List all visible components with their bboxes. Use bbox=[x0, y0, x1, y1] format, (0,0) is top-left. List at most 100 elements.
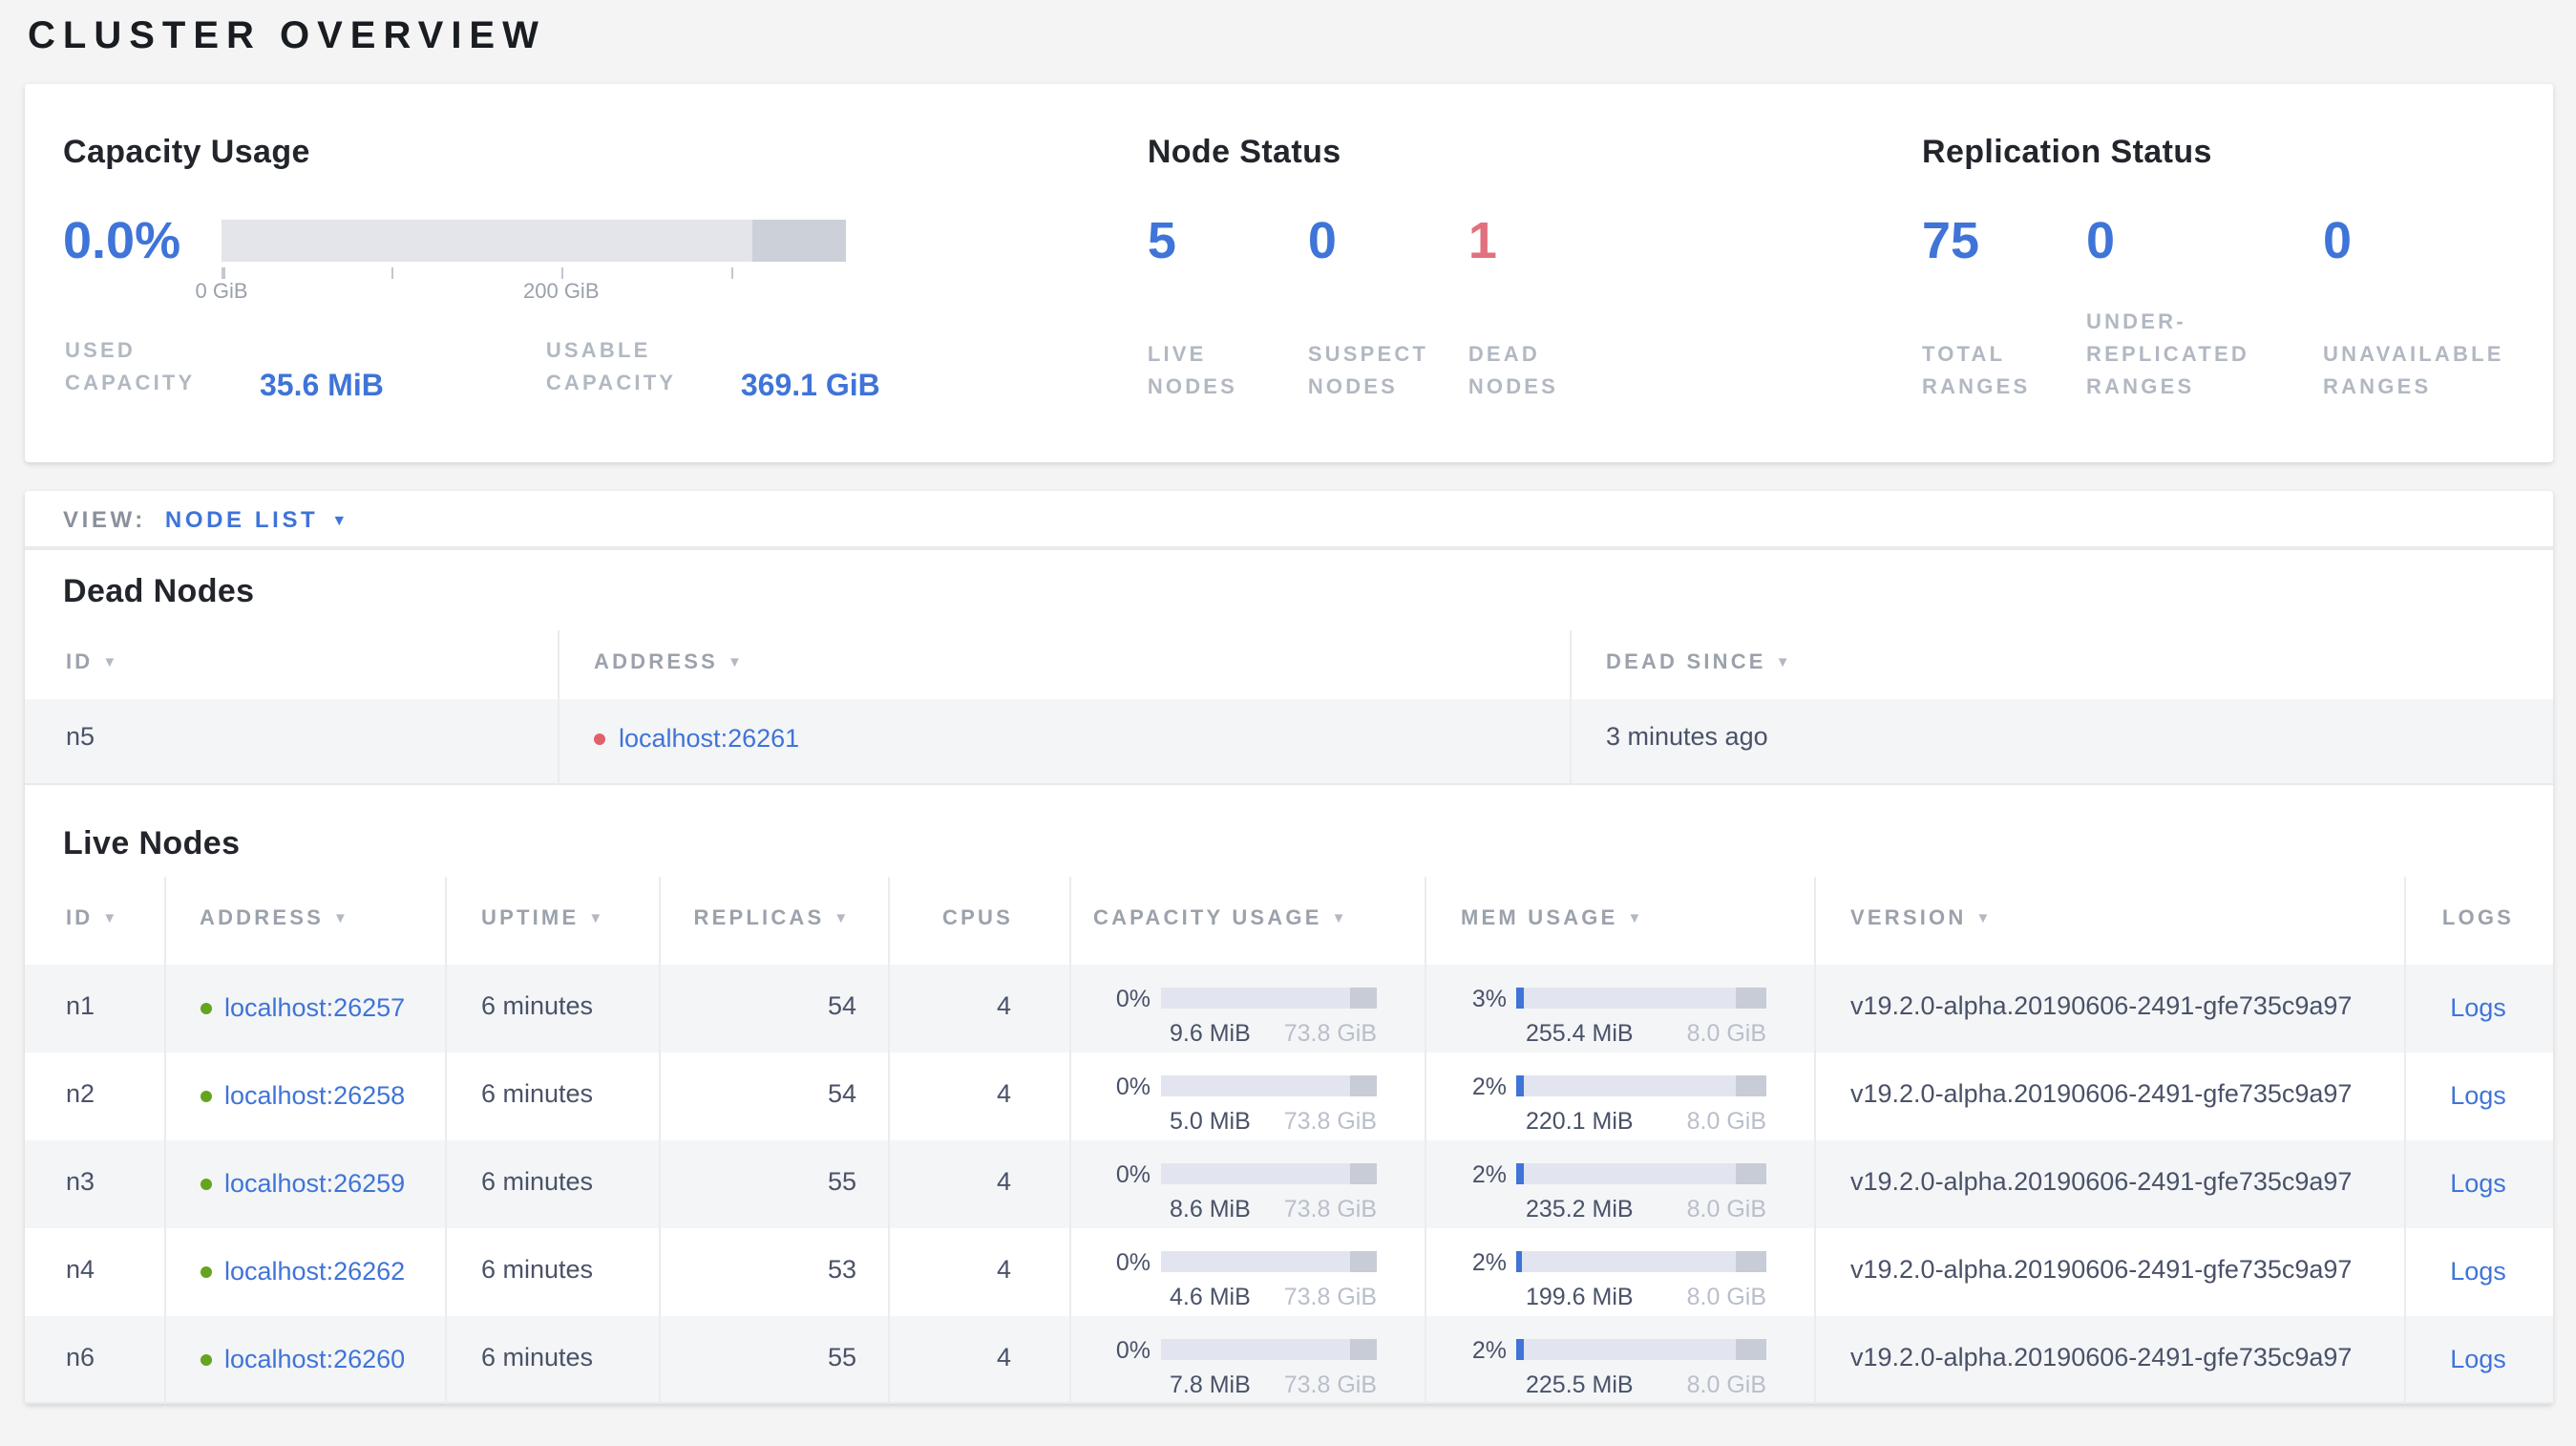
logs-link[interactable]: Logs bbox=[2450, 992, 2506, 1021]
capacity-total-value: 73.8 GiB bbox=[1283, 1371, 1377, 1397]
mem-used-value: 255.4 MiB bbox=[1526, 1019, 1634, 1046]
dropdown-caret-icon: ▼ bbox=[331, 511, 348, 528]
mem-usage-bar-reserved bbox=[1736, 988, 1766, 1009]
dead-col-header-dead-since[interactable]: DEAD SINCE ▼ bbox=[1571, 630, 2552, 699]
live-nodes-stat: 5 LIVE NODES bbox=[1148, 212, 1308, 405]
capacity-gauge-bar bbox=[222, 220, 846, 262]
live-col-header-id[interactable]: ID ▼ bbox=[24, 876, 165, 964]
live-node-row: n3 localhost:26259 6 minutes 55 4 0% 8.6… bbox=[24, 1139, 2552, 1227]
capacity-usage-bar-reserved bbox=[1350, 988, 1377, 1009]
used-capacity-stat: USED CAPACITY 35.6 MiB bbox=[65, 336, 384, 403]
capacity-usage-bar bbox=[1160, 1075, 1377, 1096]
logs-link[interactable]: Logs bbox=[2450, 1168, 2506, 1197]
mem-usage-percent: 2% bbox=[1471, 1160, 1507, 1187]
dead-node-address-link[interactable]: localhost:26261 bbox=[619, 724, 799, 753]
live-node-version: v19.2.0-alpha.20190606-2491-gfe735c9a97 bbox=[1815, 1139, 2406, 1227]
axis-tick bbox=[391, 267, 394, 279]
capacity-gauge-reserved-segment bbox=[751, 220, 846, 262]
cluster-summary-card: Capacity Usage 0.0% 0 GiB 200 GiB USED C… bbox=[24, 84, 2552, 462]
mem-total-value: 8.0 GiB bbox=[1686, 1195, 1766, 1222]
live-status-icon bbox=[200, 1090, 211, 1101]
capacity-gauge: 0 GiB 200 GiB bbox=[195, 212, 846, 304]
mem-usage-bar bbox=[1516, 1339, 1766, 1360]
capacity-usage-percent: 0% bbox=[1115, 1160, 1151, 1187]
mem-usage-bar-fill bbox=[1516, 1075, 1524, 1096]
axis-tick bbox=[560, 267, 564, 279]
live-node-address-link[interactable]: localhost:26262 bbox=[224, 1256, 405, 1285]
live-node-mem-usage-cell: 2% 220.1 MiB 8.0 GiB bbox=[1425, 1052, 1816, 1139]
under-replicated-ranges-count: 0 bbox=[2086, 212, 2116, 269]
live-col-header-uptime[interactable]: UPTIME ▼ bbox=[446, 876, 660, 964]
live-node-cpus: 4 bbox=[888, 1315, 1070, 1403]
mem-used-value: 225.5 MiB bbox=[1526, 1371, 1634, 1397]
view-label: VIEW: bbox=[63, 505, 146, 532]
live-col-header-replicas[interactable]: REPLICAS ▼ bbox=[659, 876, 889, 964]
total-ranges-count: 75 bbox=[1922, 212, 1980, 269]
capacity-usage-bar bbox=[1160, 1251, 1377, 1272]
live-node-address-link[interactable]: localhost:26259 bbox=[224, 1168, 405, 1197]
live-status-icon bbox=[200, 1353, 211, 1365]
live-node-address-link[interactable]: localhost:26260 bbox=[224, 1344, 405, 1372]
capacity-usage-bar bbox=[1160, 1339, 1377, 1360]
mem-usage-bar-reserved bbox=[1736, 1339, 1766, 1360]
live-node-id: n4 bbox=[24, 1227, 165, 1315]
suspect-nodes-count: 0 bbox=[1307, 212, 1337, 269]
mem-usage-bar bbox=[1516, 1163, 1766, 1184]
sort-desc-icon: ▼ bbox=[1775, 653, 1793, 670]
live-node-uptime: 6 minutes bbox=[446, 1315, 660, 1403]
capacity-gauge-axis: 0 GiB 200 GiB bbox=[195, 262, 846, 304]
live-col-header-capacity-usage[interactable]: CAPACITY USAGE ▼ bbox=[1069, 876, 1426, 964]
live-col-header-address[interactable]: ADDRESS ▼ bbox=[164, 876, 447, 964]
capacity-usage-bar bbox=[1160, 1163, 1377, 1184]
sort-desc-icon: ▼ bbox=[588, 908, 606, 925]
mem-usage-percent: 2% bbox=[1471, 1336, 1507, 1363]
sort-desc-icon: ▼ bbox=[728, 653, 746, 670]
logs-link[interactable]: Logs bbox=[2450, 1256, 2506, 1285]
used-capacity-value: 35.6 MiB bbox=[260, 371, 384, 403]
dead-nodes-table: ID ▼ ADDRESS ▼ DEAD SINCE ▼ n5 localhost:26… bbox=[24, 630, 2552, 784]
sort-desc-icon: ▼ bbox=[102, 908, 120, 925]
live-nodes-heading: Live Nodes bbox=[63, 824, 241, 861]
mem-usage-bar bbox=[1516, 988, 1766, 1009]
unavailable-ranges-stat: 0 UNAVAILABLE RANGES bbox=[2323, 212, 2552, 405]
dead-nodes-label: DEAD NODES bbox=[1467, 344, 1559, 399]
dead-status-icon bbox=[594, 734, 605, 745]
dead-node-dead-since: 3 minutes ago bbox=[1606, 722, 1768, 751]
axis-tick-label-mid: 200 GiB bbox=[523, 281, 600, 304]
view-bar: VIEW: NODE LIST ▼ bbox=[24, 491, 2552, 550]
logs-link[interactable]: Logs bbox=[2450, 1344, 2506, 1372]
live-col-header-cpus[interactable]: CPUS bbox=[888, 876, 1070, 964]
live-node-cpus: 4 bbox=[888, 964, 1070, 1052]
capacity-used-value: 5.0 MiB bbox=[1170, 1107, 1251, 1134]
dead-node-address-cell: localhost:26261 bbox=[559, 699, 1572, 783]
sort-desc-icon: ▼ bbox=[1627, 908, 1645, 925]
axis-tick bbox=[222, 267, 224, 279]
capacity-total-value: 73.8 GiB bbox=[1283, 1019, 1377, 1046]
dead-col-header-address[interactable]: ADDRESS ▼ bbox=[559, 630, 1572, 699]
node-status-title: Node Status bbox=[1147, 134, 1341, 170]
dead-col-header-id[interactable]: ID ▼ bbox=[24, 630, 560, 699]
capacity-usage-percent: 0% bbox=[1115, 985, 1151, 1011]
live-node-capacity-usage-cell: 0% 4.6 MiB 73.8 GiB bbox=[1069, 1227, 1426, 1315]
live-col-header-mem-usage[interactable]: MEM USAGE ▼ bbox=[1425, 876, 1816, 964]
live-node-row: n4 localhost:26262 6 minutes 53 4 0% 4.6… bbox=[24, 1227, 2552, 1315]
view-selected-value[interactable]: NODE LIST bbox=[165, 505, 318, 532]
suspect-nodes-label: SUSPECT NODES bbox=[1307, 344, 1429, 399]
unavailable-ranges-count: 0 bbox=[2323, 212, 2353, 269]
suspect-nodes-stat: 0 SUSPECT NODES bbox=[1308, 212, 1468, 405]
live-node-uptime: 6 minutes bbox=[446, 1139, 660, 1227]
sort-desc-icon: ▼ bbox=[1975, 908, 1994, 925]
logs-link[interactable]: Logs bbox=[2450, 1080, 2506, 1109]
live-node-capacity-usage-cell: 0% 5.0 MiB 73.8 GiB bbox=[1069, 1052, 1426, 1139]
live-node-address-link[interactable]: localhost:26258 bbox=[224, 1080, 405, 1109]
live-node-capacity-usage-cell: 0% 7.8 MiB 73.8 GiB bbox=[1069, 1315, 1426, 1403]
axis-tick-label-start: 0 GiB bbox=[195, 281, 248, 304]
live-status-icon bbox=[200, 1002, 211, 1013]
live-node-logs-cell: Logs bbox=[2405, 964, 2552, 1052]
cluster-overview-page: CLUSTER OVERVIEW Capacity Usage 0.0% 0 G… bbox=[0, 0, 2576, 1446]
view-selector-dropdown[interactable]: NODE LIST ▼ bbox=[165, 505, 347, 532]
mem-used-value: 220.1 MiB bbox=[1526, 1107, 1634, 1134]
live-node-address-cell: localhost:26257 bbox=[164, 964, 447, 1052]
live-node-address-link[interactable]: localhost:26257 bbox=[224, 992, 405, 1021]
live-col-header-version[interactable]: VERSION ▼ bbox=[1815, 876, 2406, 964]
